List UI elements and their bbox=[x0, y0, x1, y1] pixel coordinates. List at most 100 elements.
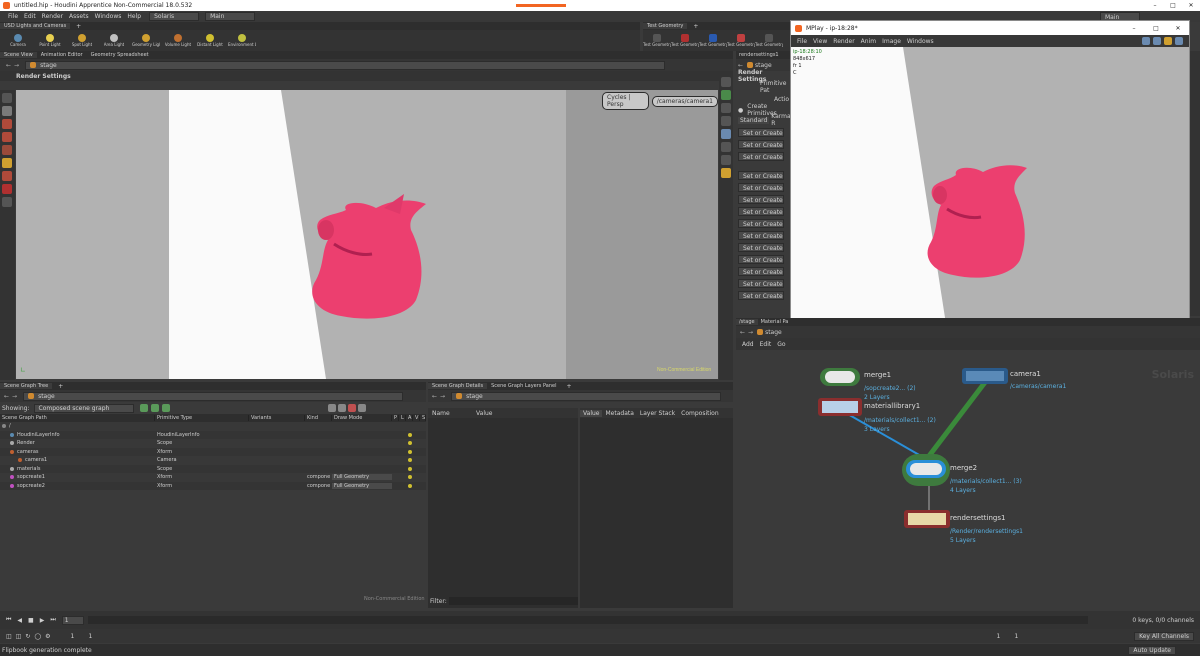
mplay-image[interactable]: ip-18:28:10 848x617 fr 1 C bbox=[791, 47, 1189, 337]
display-options-icon[interactable] bbox=[721, 77, 731, 87]
network-menu-go[interactable]: Go bbox=[777, 341, 785, 348]
maximize-button[interactable]: □ bbox=[1164, 2, 1182, 9]
details-add-tab[interactable]: + bbox=[560, 383, 577, 390]
play-prev-icon[interactable]: ◀ bbox=[17, 617, 22, 624]
mplay-menu-file[interactable]: File bbox=[797, 38, 807, 45]
rotate-tool-icon[interactable] bbox=[2, 145, 12, 155]
tree-path-field[interactable]: stage bbox=[23, 391, 404, 401]
shelf-tool-5[interactable]: Volume Light bbox=[164, 34, 192, 47]
table-row[interactable]: materials Scope bbox=[0, 464, 426, 473]
viewport[interactable]: Non-Commercial Edition Cycles | Persp /c… bbox=[16, 90, 718, 379]
visibility-toggle-icon[interactable] bbox=[408, 483, 412, 488]
shelf-tool-0[interactable]: Camera bbox=[4, 34, 32, 47]
move-tool-icon[interactable] bbox=[2, 132, 12, 142]
mplay-menu-windows[interactable]: Windows bbox=[907, 38, 934, 45]
set-or-create-button[interactable]: Set or Create bbox=[738, 267, 784, 276]
range-icon-1[interactable]: ◫ bbox=[6, 633, 12, 640]
minimize-button[interactable]: – bbox=[1146, 2, 1164, 9]
network-tab-material[interactable]: Material Pa bbox=[758, 319, 792, 325]
mplay-menu-render[interactable]: Render bbox=[833, 38, 854, 45]
mplay-menu-view[interactable]: View bbox=[813, 38, 827, 45]
set-or-create-button[interactable]: Set or Create bbox=[738, 291, 784, 300]
visibility-toggle-icon[interactable] bbox=[408, 466, 412, 471]
set-or-create-button[interactable]: Set or Create bbox=[738, 183, 784, 192]
tab-geometry-spreadsheet[interactable]: Geometry Spreadsheet bbox=[87, 52, 153, 58]
tab-scene-graph-tree[interactable]: Scene Graph Tree bbox=[0, 383, 53, 389]
main-select[interactable]: Main bbox=[205, 12, 256, 21]
camera-menu[interactable]: /cameras/camera1 bbox=[651, 95, 718, 107]
tree-column-header[interactable]: Kind bbox=[305, 415, 332, 421]
parameters-scrollbar[interactable] bbox=[1190, 51, 1200, 316]
shelf-right-tool-3[interactable]: Test Geometry: S... bbox=[727, 34, 755, 47]
node-merge2[interactable] bbox=[902, 454, 950, 486]
table-row[interactable]: sopcreate2 Xform compone Full Geometry bbox=[0, 481, 426, 490]
tree-column-header[interactable]: V bbox=[413, 415, 420, 421]
menu-edit[interactable]: Edit bbox=[24, 13, 36, 20]
tree-column-header[interactable]: S bbox=[420, 415, 426, 421]
tree-back-icon[interactable]: ← bbox=[4, 393, 9, 400]
set-or-create-button[interactable]: Set or Create bbox=[738, 171, 784, 180]
shelf-add-tab[interactable]: + bbox=[70, 23, 87, 30]
scene-tree-add-tab[interactable]: + bbox=[52, 383, 69, 390]
shelf-right-tool-2[interactable]: Test Geometry: R... bbox=[699, 34, 727, 47]
node-rendersettings1[interactable] bbox=[904, 510, 950, 528]
prim-draw-mode[interactable]: Full Geometry bbox=[332, 482, 392, 489]
tree-opt-3-icon[interactable] bbox=[348, 404, 356, 412]
details-forward-icon[interactable]: → bbox=[440, 393, 445, 400]
desktop-select[interactable]: Solaris bbox=[149, 12, 200, 21]
visibility-toggle-icon[interactable] bbox=[408, 441, 412, 446]
tree-collapse-icon[interactable] bbox=[161, 404, 170, 412]
details-tab-metadata[interactable]: Metadata bbox=[602, 410, 636, 417]
mplay-minimize-button[interactable]: – bbox=[1123, 25, 1145, 32]
visibility-toggle-icon[interactable] bbox=[408, 475, 412, 480]
play-stop-icon[interactable]: ■ bbox=[28, 617, 34, 624]
details-path-field[interactable]: stage bbox=[451, 391, 722, 401]
tree-forward-icon[interactable]: → bbox=[12, 393, 17, 400]
tree-expand-icon[interactable] bbox=[150, 404, 159, 412]
visibility-toggle-icon[interactable] bbox=[408, 424, 412, 428]
table-row[interactable]: HoudiniLayerInfo HoudiniLayerInfo bbox=[0, 430, 426, 439]
mplay-menu-image[interactable]: Image bbox=[882, 38, 901, 45]
shading-icon[interactable] bbox=[721, 103, 731, 113]
menu-windows[interactable]: Windows bbox=[95, 13, 122, 20]
tree-column-header[interactable]: Variants bbox=[249, 415, 305, 421]
tree-column-header[interactable]: P bbox=[392, 415, 399, 421]
set-or-create-button[interactable]: Set or Create bbox=[738, 231, 784, 240]
tree-opt-2-icon[interactable] bbox=[338, 404, 346, 412]
set-or-create-button[interactable]: Set or Create bbox=[738, 219, 784, 228]
shelf-tab-test-geometry[interactable]: Test Geometry bbox=[643, 23, 688, 29]
set-or-create-button[interactable]: Set or Create bbox=[738, 128, 784, 137]
params-tab[interactable]: rendersettings1 bbox=[736, 52, 782, 58]
tab-scene-view[interactable]: Scene View bbox=[0, 52, 37, 58]
mplay-menu-anim[interactable]: Anim bbox=[861, 38, 876, 45]
set-or-create-button[interactable]: Set or Create bbox=[738, 207, 784, 216]
range-icon-4[interactable]: ◯ bbox=[34, 633, 41, 640]
shelf-tool-6[interactable]: Distant Light bbox=[196, 34, 224, 47]
flipbook-icon[interactable] bbox=[721, 168, 731, 178]
shelf-tool-3[interactable]: Area Light bbox=[100, 34, 128, 47]
mplay-icon-b[interactable] bbox=[1153, 37, 1161, 45]
shelf-tool-2[interactable]: Spot Light bbox=[68, 34, 96, 47]
shelf-tool-4[interactable]: Geometry Light bbox=[132, 34, 160, 47]
tab-scene-graph-details[interactable]: Scene Graph Details bbox=[428, 383, 488, 389]
details-back-icon[interactable]: ← bbox=[432, 393, 437, 400]
network-canvas[interactable]: Solaris merge1 /sopcreate2... (2) 2 Laye… bbox=[736, 368, 1200, 608]
play-last-icon[interactable]: ⏭ bbox=[50, 616, 55, 624]
shelf-tool-7[interactable]: Environment Light bbox=[228, 34, 256, 47]
table-row[interactable]: / bbox=[0, 422, 426, 431]
tree-column-header[interactable]: Scene Graph Path bbox=[0, 415, 155, 421]
details-tab-value[interactable]: Value bbox=[580, 409, 603, 417]
auto-update-select[interactable]: Auto Update bbox=[1128, 645, 1176, 655]
showing-select[interactable]: Composed scene graph bbox=[33, 403, 134, 413]
range-icon-5[interactable]: ⚙ bbox=[45, 633, 50, 640]
expand-arrow-icon[interactable]: ● bbox=[738, 107, 743, 114]
table-row[interactable]: camera1 Camera bbox=[0, 456, 426, 465]
light-tool-icon[interactable] bbox=[2, 158, 12, 168]
wireframe-icon[interactable] bbox=[721, 90, 731, 100]
menu-file[interactable]: File bbox=[8, 13, 18, 20]
mplay-maximize-button[interactable]: □ bbox=[1145, 25, 1167, 32]
network-back-icon[interactable]: ← bbox=[740, 329, 745, 336]
set-or-create-button[interactable]: Set or Create bbox=[738, 255, 784, 264]
tree-column-header[interactable]: A bbox=[406, 415, 413, 421]
background-icon[interactable] bbox=[721, 129, 731, 139]
